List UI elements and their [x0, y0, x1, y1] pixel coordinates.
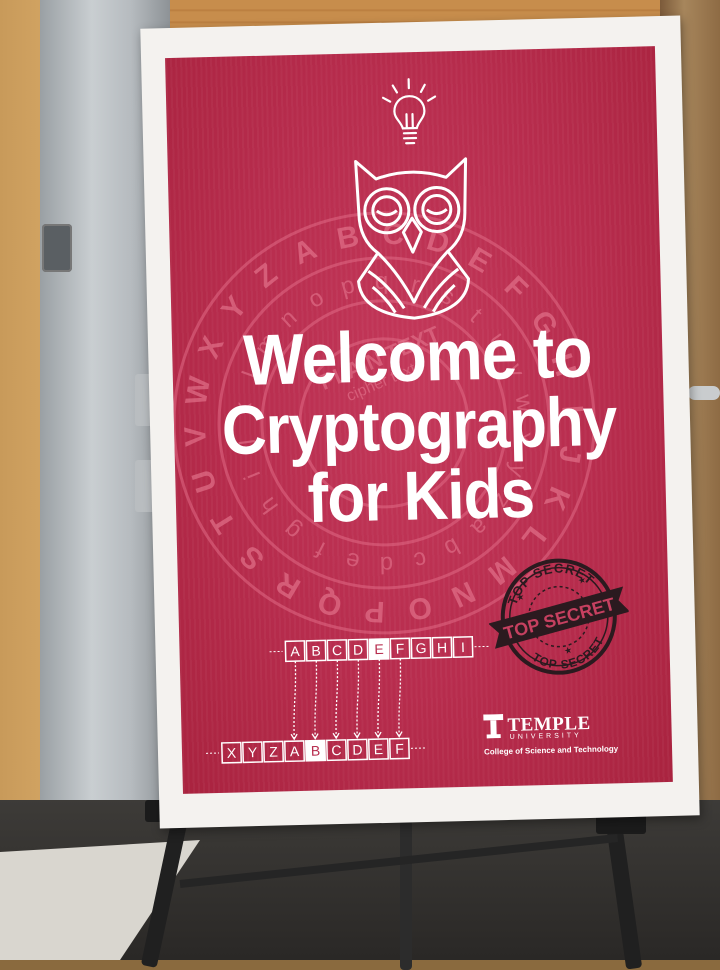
cipher-letter: A [290, 743, 300, 759]
wheel-letter: b [440, 532, 465, 562]
cipher-letter: D [353, 641, 364, 657]
cipher-letter: I [461, 639, 465, 655]
temple-t-icon [483, 714, 504, 738]
sign-headline: Welcome to Cryptography for Kids [172, 314, 667, 538]
easel-leg [400, 820, 412, 970]
cipher-letter: G [415, 640, 426, 656]
shift-arrow [397, 659, 402, 737]
cipher-letter: F [395, 740, 404, 756]
wheel-letter: N [446, 574, 480, 613]
door-keypad [42, 224, 72, 272]
temple-logo: TEMPLE UNIVERSITY College of Science and… [483, 710, 664, 770]
wheel-letter: P [364, 594, 386, 628]
door-handle [688, 386, 720, 400]
wheel-letter: A [288, 232, 322, 271]
owl-icon [345, 151, 479, 324]
wheel-letter: c [411, 545, 430, 574]
wheel-letter: o [304, 284, 329, 314]
cipher-letter: Z [269, 744, 278, 760]
cipher-letter: H [437, 639, 448, 655]
wheel-letter: f [311, 536, 329, 563]
shift-arrow [355, 660, 360, 738]
wheel-letter: R [270, 565, 306, 605]
sign-board: XYZABCDEFGHIJKLMNOPQRSTUVW mnopqrstuvwxy… [140, 16, 699, 829]
shift-arrow [313, 661, 318, 739]
cipher-letter: E [374, 741, 384, 757]
wheel-letter: O [405, 590, 434, 627]
shift-arrow [292, 661, 297, 739]
logo-college: College of Science and Technology [484, 743, 664, 756]
cipher-letter: C [332, 642, 343, 658]
wheel-letter: Q [314, 584, 346, 622]
headline-line-3: for Kids [175, 452, 667, 542]
shift-arrow [334, 660, 339, 738]
cipher-letter: E [374, 641, 384, 657]
cipher-letter: F [396, 640, 405, 656]
cipher-letter: B [311, 642, 321, 658]
cipher-letter: A [290, 643, 300, 659]
sign-panel: XYZABCDEFGHIJKLMNOPQRSTUVW mnopqrstuvwxy… [165, 46, 673, 794]
shift-arrow [376, 659, 381, 737]
wheel-letter: d [380, 551, 394, 578]
cipher-letter: Y [248, 744, 258, 760]
wheel-letter: e [343, 546, 362, 575]
cipher-letter: X [227, 745, 237, 761]
lightbulb-icon [378, 75, 442, 148]
wheel-letter: F [498, 270, 534, 306]
cipher-letter: B [311, 743, 321, 759]
cipher-letter: C [331, 742, 342, 758]
wheel-letter: Z [249, 257, 284, 294]
wheel-letter: S [234, 539, 271, 577]
photo-scene: XYZABCDEFGHIJKLMNOPQRSTUVW mnopqrstuvwxy… [0, 0, 720, 960]
cipher-letter: D [352, 742, 363, 758]
